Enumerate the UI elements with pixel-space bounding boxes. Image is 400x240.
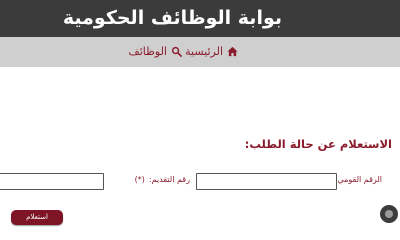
nav-home-label: الرئيسية [185, 45, 223, 58]
floating-widget-icon[interactable] [380, 205, 398, 223]
application-number-label-text: رقم التقديم: [148, 175, 190, 184]
nav-home[interactable]: الرئيسية [185, 45, 238, 58]
required-marker: (*) [134, 175, 145, 184]
national-id-input[interactable] [196, 173, 337, 190]
inquiry-submit-button[interactable]: استعلام [11, 210, 63, 225]
application-number-label: رقم التقديم:(*) [135, 175, 190, 184]
application-number-input[interactable] [0, 173, 104, 190]
nav-jobs[interactable]: الوظائف [128, 45, 182, 58]
nav-jobs-label: الوظائف [128, 45, 167, 58]
national-id-label-text: الرقم القومي: [334, 175, 382, 184]
site-title: بوابة الوظائف الحكومية [62, 7, 282, 29]
site-header: بوابة الوظائف الحكومية [0, 0, 400, 37]
home-icon [227, 46, 238, 57]
search-icon [171, 46, 182, 57]
inquiry-heading: الاستعلام عن حالة الطلب: [244, 137, 392, 151]
main-navbar: الرئيسية الوظائف [0, 37, 400, 67]
